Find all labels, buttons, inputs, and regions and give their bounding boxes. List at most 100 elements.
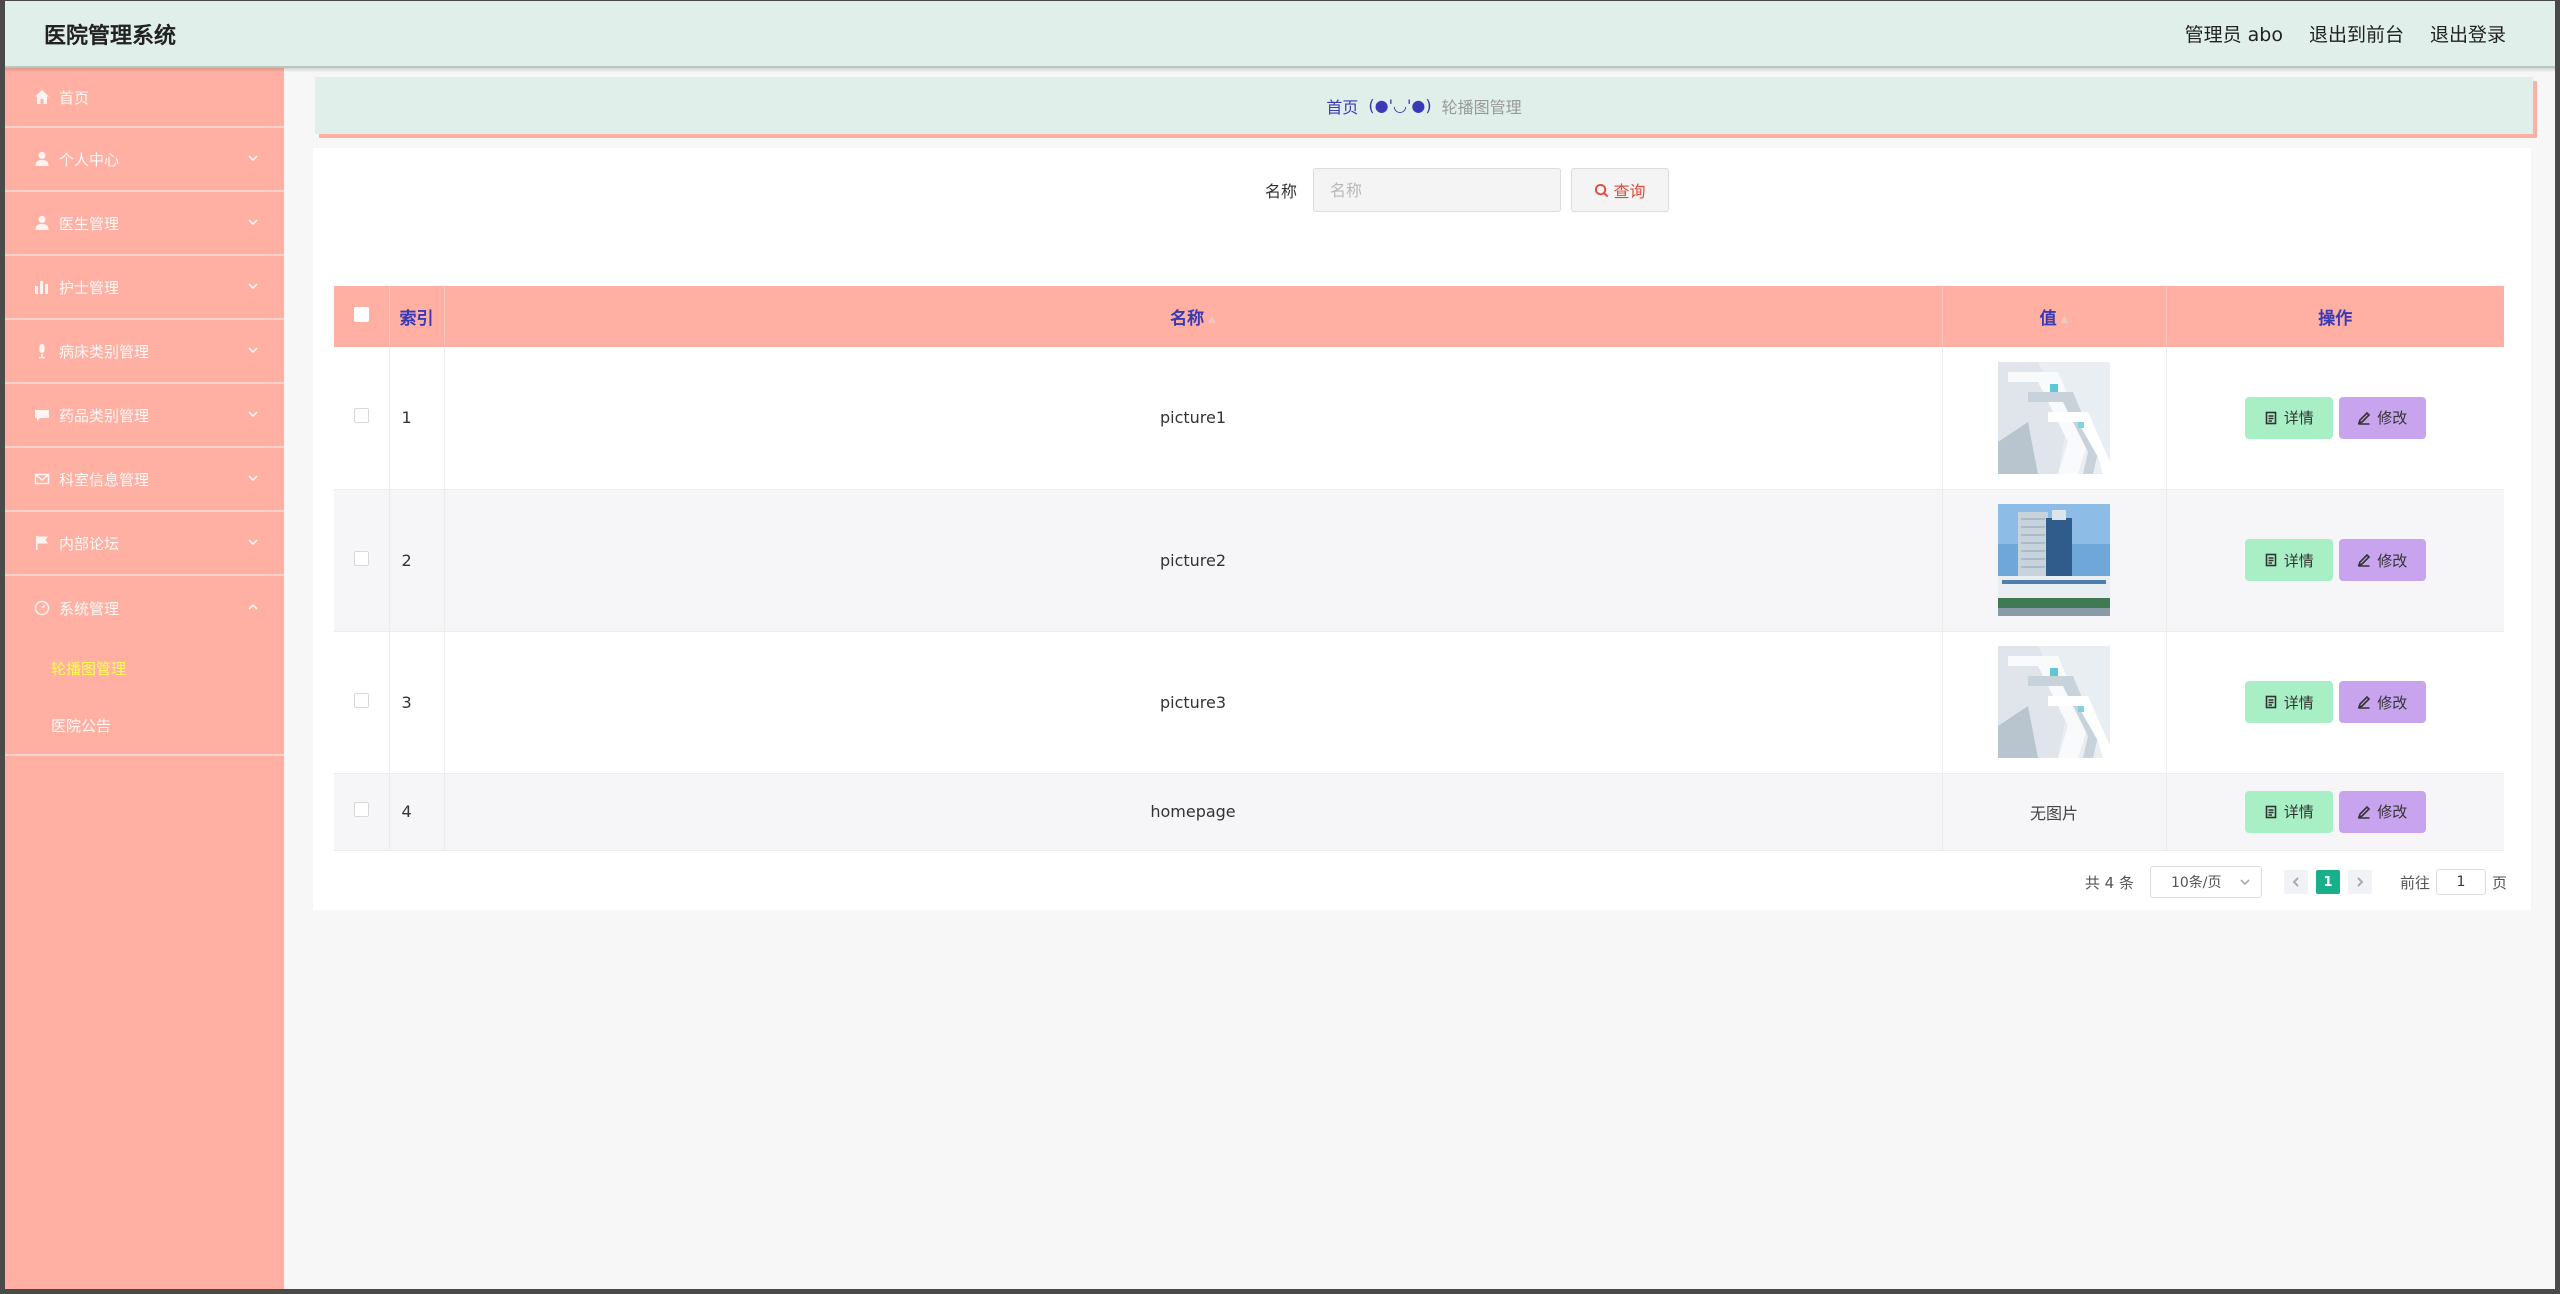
- page-jump: 前往 页: [2400, 869, 2507, 895]
- edit-button[interactable]: 修改: [2338, 396, 2426, 439]
- chevron-down-icon: [246, 343, 260, 357]
- query-button[interactable]: 查询: [1571, 168, 1669, 212]
- breadcrumb-separator: (●'◡'●): [1368, 96, 1432, 115]
- document-icon: [2264, 553, 2278, 567]
- sidebar-item-personal-center[interactable]: 个人中心: [5, 128, 284, 192]
- sidebar-item-doctors[interactable]: 医生管理: [5, 192, 284, 256]
- row-index: 2: [389, 489, 445, 632]
- table-header-row: 索引 名称 ▲ 值 ▲ 操作: [334, 286, 2504, 347]
- table-row: 4 homepage 无图片 详情 修改: [334, 773, 2504, 851]
- chevron-down-icon: [246, 471, 260, 485]
- detail-button-label: 详情: [2283, 551, 2314, 570]
- edit-icon: [2357, 695, 2371, 709]
- sidebar-item-drug-categories[interactable]: 药品类别管理: [5, 384, 284, 448]
- edit-icon: [2357, 805, 2371, 819]
- table-row: 3 picture3 详情 修改: [334, 631, 2504, 774]
- submenu-item-announcements[interactable]: 医院公告: [5, 697, 284, 754]
- sidebar-item-bed-categories[interactable]: 病床类别管理: [5, 320, 284, 384]
- page-jump-prefix: 前往: [2399, 873, 2430, 892]
- hospital-tower-thumbnail[interactable]: [1998, 504, 2110, 616]
- chevron-right-icon: [2357, 877, 2364, 887]
- sidebar-item-label: 首页: [59, 88, 90, 107]
- chevron-down-icon: [2239, 876, 2251, 888]
- row-checkbox[interactable]: [353, 408, 369, 424]
- sidebar-item-home[interactable]: 首页: [5, 68, 284, 128]
- sidebar-item-departments[interactable]: 科室信息管理: [5, 448, 284, 512]
- pagination-total: 共 4 条: [2084, 873, 2134, 892]
- breadcrumb-home-link[interactable]: 首页: [1326, 94, 1358, 118]
- page-jump-input[interactable]: [2435, 869, 2486, 895]
- sidebar-item-label: 药品类别管理: [59, 406, 150, 425]
- page-jump-suffix: 页: [2491, 873, 2507, 892]
- building-white-thumbnail[interactable]: [1998, 361, 2110, 474]
- table-row: 1 picture1 详情 修改: [334, 347, 2504, 490]
- building-white-thumbnail[interactable]: [1998, 646, 2110, 758]
- search-input[interactable]: [1313, 168, 1561, 212]
- edit-button[interactable]: 修改: [2338, 681, 2426, 723]
- sidebar-item-system[interactable]: 系统管理: [5, 576, 284, 640]
- user-icon: [33, 150, 51, 168]
- microphone-icon: [33, 342, 51, 360]
- edit-button-label: 修改: [2377, 803, 2408, 821]
- edit-button[interactable]: 修改: [2338, 539, 2426, 581]
- chevron-left-icon: [2292, 877, 2299, 887]
- row-index: 3: [389, 631, 445, 774]
- header-ops: 操作: [2166, 286, 2504, 347]
- chevron-down-icon: [246, 407, 260, 421]
- submenu-item-carousel[interactable]: 轮播图管理: [5, 640, 284, 697]
- row-index: 1: [389, 347, 445, 490]
- breadcrumb-current: 轮播图管理: [1441, 97, 1522, 117]
- page-size-select[interactable]: 10条/页: [2149, 866, 2262, 898]
- search-icon: [1594, 183, 1609, 198]
- detail-button[interactable]: 详情: [2244, 681, 2333, 723]
- row-select-cell: [334, 773, 390, 851]
- row-name: picture3: [444, 631, 1943, 774]
- next-page-button[interactable]: [2347, 870, 2372, 894]
- row-name: picture1: [444, 347, 1943, 490]
- system-submenu: 轮播图管理 医院公告: [5, 640, 284, 756]
- carousel-table: 索引 名称 ▲ 值 ▲ 操作 1 picture1 详情 修改 2 pictur…: [334, 286, 2504, 851]
- breadcrumb: 首页 (●'◡'●) 轮播图管理: [315, 77, 2533, 134]
- sidebar-item-label: 内部论坛: [59, 534, 120, 553]
- edit-button-label: 修改: [2377, 551, 2408, 570]
- sidebar-item-forum[interactable]: 内部论坛: [5, 512, 284, 576]
- exit-to-front-link[interactable]: 退出到前台: [2309, 20, 2404, 47]
- logout-link[interactable]: 退出登录: [2430, 20, 2506, 47]
- row-name: picture2: [444, 489, 1943, 632]
- search-bar: 名称 查询: [313, 168, 2531, 212]
- edit-button[interactable]: 修改: [2338, 790, 2426, 833]
- top-header: 医院管理系统 管理员 abo 退出到前台 退出登录: [0, 0, 2560, 68]
- edit-icon: [2357, 553, 2371, 567]
- detail-button[interactable]: 详情: [2244, 539, 2333, 581]
- header-name[interactable]: 名称 ▲: [444, 286, 1943, 347]
- row-value-cell: [1942, 489, 2167, 632]
- detail-button[interactable]: 详情: [2244, 790, 2333, 833]
- chevron-up-icon: [246, 600, 260, 614]
- header-value[interactable]: 值 ▲: [1942, 286, 2167, 347]
- header-index: 索引: [389, 286, 445, 347]
- row-checkbox[interactable]: [353, 692, 369, 708]
- select-all-checkbox[interactable]: [353, 306, 369, 322]
- row-ops-cell: 详情 修改: [2166, 773, 2504, 851]
- user-icon: [33, 214, 51, 232]
- prev-page-button[interactable]: [2283, 870, 2308, 894]
- row-checkbox[interactable]: [353, 550, 369, 566]
- chevron-down-icon: [246, 215, 260, 229]
- table-row: 2 picture2 详情 修改: [334, 489, 2504, 632]
- row-ops-cell: 详情 修改: [2166, 347, 2504, 490]
- detail-button-label: 详情: [2283, 409, 2314, 428]
- row-select-cell: [334, 489, 390, 632]
- sidebar-item-label: 护士管理: [59, 278, 120, 297]
- header-value-label: 值: [2039, 309, 2057, 329]
- detail-button-label: 详情: [2283, 803, 2314, 821]
- dashboard-icon: [33, 599, 51, 617]
- app-title: 医院管理系统: [44, 24, 177, 49]
- row-value-cell: [1942, 631, 2167, 774]
- row-checkbox[interactable]: [353, 802, 369, 817]
- header-actions: 管理员 abo 退出到前台 退出登录: [2185, 20, 2506, 47]
- row-ops-cell: 详情 修改: [2166, 489, 2504, 632]
- current-user-label: 管理员 abo: [2184, 24, 2283, 46]
- page-number-current[interactable]: 1: [2315, 870, 2340, 894]
- sidebar-item-nurses[interactable]: 护士管理: [5, 256, 284, 320]
- detail-button[interactable]: 详情: [2244, 396, 2333, 439]
